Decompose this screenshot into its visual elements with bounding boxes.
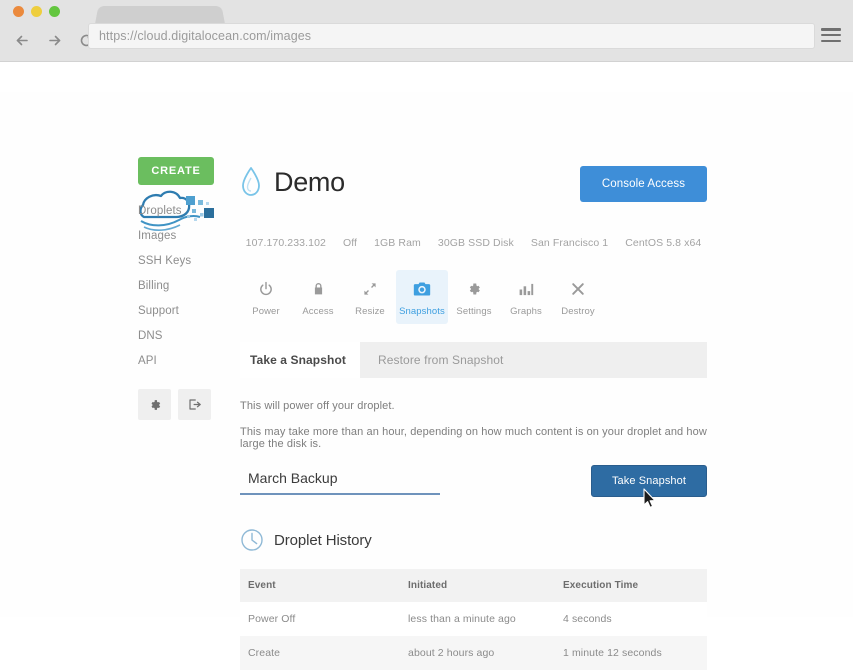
sidebar-item-ssh-keys[interactable]: SSH Keys: [138, 255, 243, 267]
note-duration: This may take more than an hour, dependi…: [240, 426, 707, 450]
sidebar-item-dns[interactable]: DNS: [138, 330, 243, 342]
browser-tab[interactable]: [95, 6, 225, 24]
resize-icon: [362, 279, 378, 299]
tab-settings[interactable]: Settings: [448, 270, 500, 324]
minimize-window-button[interactable]: [31, 6, 42, 17]
tab-power-label: Power: [252, 306, 280, 317]
tab-power[interactable]: Power: [240, 270, 292, 324]
forward-arrow-icon[interactable]: [43, 29, 65, 51]
droplet-status: Off: [342, 237, 358, 249]
cell-event: Create: [248, 647, 281, 659]
cell-execution: 1 minute 12 seconds: [563, 647, 662, 659]
window-traffic-lights: [13, 6, 60, 17]
tab-graphs-label: Graphs: [510, 306, 542, 317]
power-icon: [258, 279, 274, 299]
hamburger-menu-icon[interactable]: [821, 26, 841, 44]
sidebar-item-droplets[interactable]: Droplets: [138, 205, 243, 217]
sidebar-item-billing[interactable]: Billing: [138, 280, 243, 292]
tab-resize[interactable]: Resize: [344, 270, 396, 324]
droplet-os: CentOS 5.8 x64: [625, 237, 702, 249]
cell-initiated: less than a minute ago: [408, 613, 516, 625]
page-content: CREATE Droplets Images SSH Keys Billing …: [0, 62, 853, 670]
browser-chrome: https://cloud.digitalocean.com/images: [0, 0, 853, 62]
sidebar-nav-list: Droplets Images SSH Keys Billing Support…: [138, 205, 243, 367]
droplet-region: San Francisco 1: [530, 237, 609, 249]
table-row[interactable]: Create about 2 hours ago 1 minute 12 sec…: [240, 636, 707, 670]
cell-event: Power Off: [248, 613, 296, 625]
create-button[interactable]: CREATE: [138, 157, 214, 185]
droplet-ram: 1GB Ram: [374, 237, 421, 249]
column-header-initiated: Initiated: [400, 569, 555, 602]
droplet-history-table: Event Initiated Execution Time Power Off…: [240, 569, 707, 670]
sidebar-item-images[interactable]: Images: [138, 230, 243, 242]
logout-button[interactable]: [178, 389, 211, 420]
x-icon: [570, 279, 586, 299]
table-header-row: Event Initiated Execution Time: [240, 569, 707, 602]
snapshot-subtab-bar: Take a Snapshot Restore from Snapshot: [240, 342, 707, 378]
tab-settings-label: Settings: [456, 306, 492, 317]
droplet-header: Demo Console Access: [240, 157, 707, 207]
subtab-take-snapshot[interactable]: Take a Snapshot: [240, 342, 360, 378]
tab-destroy[interactable]: Destroy: [552, 270, 604, 324]
url-text: https://cloud.digitalocean.com/images: [99, 29, 312, 43]
tab-snapshots[interactable]: Snapshots: [396, 270, 448, 324]
subtab-restore-snapshot[interactable]: Restore from Snapshot: [359, 342, 707, 378]
droplet-disk: 30GB SSD Disk: [437, 237, 514, 249]
tab-graphs[interactable]: Graphs: [500, 270, 552, 324]
settings-button[interactable]: [138, 389, 171, 420]
logout-icon: [187, 397, 202, 412]
close-window-button[interactable]: [13, 6, 24, 17]
sidebar: CREATE Droplets Images SSH Keys Billing …: [138, 157, 243, 420]
sidebar-action-icons: [138, 389, 243, 420]
cell-initiated: about 2 hours ago: [408, 647, 495, 659]
tab-access[interactable]: Access: [292, 270, 344, 324]
gear-icon: [466, 279, 482, 299]
tab-resize-label: Resize: [355, 306, 385, 317]
take-snapshot-button[interactable]: Take Snapshot: [591, 465, 707, 497]
console-access-button[interactable]: Console Access: [580, 166, 707, 202]
droplet-history-title: Droplet History: [274, 531, 372, 549]
camera-icon: [413, 279, 431, 299]
droplet-history-header: Droplet History: [240, 528, 707, 552]
snapshot-notes: This will power off your droplet. This m…: [240, 400, 707, 450]
tab-destroy-label: Destroy: [561, 306, 595, 317]
main-content: Demo Console Access 107.170.233.102 Off …: [240, 157, 707, 670]
snapshot-form: Take Snapshot: [240, 465, 707, 510]
maximize-window-button[interactable]: [49, 6, 60, 17]
table-row[interactable]: Power Off less than a minute ago 4 secon…: [240, 602, 707, 636]
clock-icon: [240, 528, 264, 552]
sidebar-item-api[interactable]: API: [138, 355, 243, 367]
lock-icon: [311, 279, 326, 299]
tab-access-label: Access: [302, 306, 334, 317]
droplet-ip: 107.170.233.102: [245, 237, 326, 249]
back-arrow-icon[interactable]: [11, 29, 33, 51]
snapshot-name-input[interactable]: [240, 468, 440, 495]
note-power-off: This will power off your droplet.: [240, 400, 395, 412]
page-title: Demo: [274, 166, 345, 197]
cell-execution: 4 seconds: [563, 613, 612, 625]
sidebar-item-support[interactable]: Support: [138, 305, 243, 317]
column-header-event: Event: [240, 569, 400, 602]
water-droplet-icon: [240, 166, 262, 198]
column-header-execution: Execution Time: [555, 569, 707, 602]
tab-snapshots-label: Snapshots: [399, 306, 445, 317]
url-bar[interactable]: https://cloud.digitalocean.com/images: [88, 23, 815, 49]
bar-chart-icon: [518, 279, 534, 299]
droplet-tab-bar: Power Access Resize Snapshots Settings G…: [240, 270, 707, 324]
gear-icon: [148, 398, 162, 412]
droplet-meta-bar: 107.170.233.102 Off 1GB Ram 30GB SSD Dis…: [240, 237, 707, 249]
